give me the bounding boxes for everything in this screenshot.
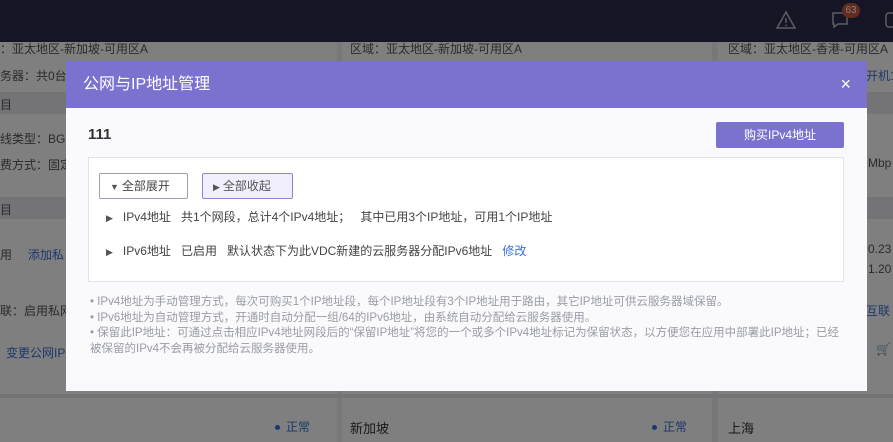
modal-body: 111 购买IPv4地址 ▼ 全部展开 ▶ 全部收起 ▶ IPv4地址 共1个网段，总计…: [66, 108, 867, 391]
expand-all-label: 全部展开: [121, 179, 170, 193]
ipv6-label: IPv6地址: [122, 244, 171, 258]
expand-arrow-icon[interactable]: ▶: [106, 247, 113, 258]
ipv4-usage: 其中已用3个IP地址，可用1个IP地址: [360, 210, 553, 224]
ipv4-summary: 共1个网段，总计4个IPv4地址；: [180, 210, 351, 224]
collapse-all-button[interactable]: ▶ 全部收起: [202, 173, 293, 199]
close-button[interactable]: ×: [840, 61, 851, 108]
vdc-name: 111: [88, 126, 112, 143]
caret-right-icon: ▶: [213, 182, 220, 192]
modal-title: 公网与IP地址管理: [83, 76, 211, 93]
ipv4-label: IPv4地址: [122, 210, 171, 224]
collapse-all-label: 全部收起: [222, 179, 271, 193]
notes-list: • IPv4地址为手动管理方式，每次可购买1个IP地址段，每个IP地址段有3个I…: [90, 295, 850, 357]
note-item: • 保留此IP地址：可通过点击相应IPv4地址网段后的“保留IP地址”将您的一个…: [90, 327, 839, 355]
ipv6-description: 默认状态下为此VDC新建的云服务器分配IPv6地址: [226, 244, 493, 258]
caret-down-icon: ▼: [110, 182, 119, 192]
note-item: • IPv6地址为自动管理方式，开通时自动分配一组/64的IPv6地址，由系统自…: [90, 311, 597, 324]
ip-address-panel: ▼ 全部展开 ▶ 全部收起 ▶ IPv4地址 共1个网段，总计4个IPv4地址； 其中已用…: [88, 157, 844, 282]
ipv4-row[interactable]: ▶ IPv4地址 共1个网段，总计4个IPv4地址； 其中已用3个IP地址，可用1个I…: [106, 208, 552, 225]
expand-arrow-icon[interactable]: ▶: [106, 213, 113, 224]
ip-management-modal: 公网与IP地址管理 × 111 购买IPv4地址 ▼ 全部展开 ▶ 全部收起 ▶ IP…: [66, 61, 867, 391]
modify-ipv6-link[interactable]: 修改: [502, 244, 526, 258]
note-item: • IPv4地址为手动管理方式，每次可购买1个IP地址段，每个IP地址段有3个I…: [90, 296, 729, 308]
buy-ipv4-button[interactable]: 购买IPv4地址: [716, 122, 844, 148]
modal-header: 公网与IP地址管理 ×: [66, 61, 867, 108]
ipv6-status: 已启用: [180, 244, 217, 258]
expand-all-button[interactable]: ▼ 全部展开: [99, 173, 188, 199]
ipv6-row[interactable]: ▶ IPv6地址 已启用 默认状态下为此VDC新建的云服务器分配IPv6地址 修改: [106, 242, 526, 259]
